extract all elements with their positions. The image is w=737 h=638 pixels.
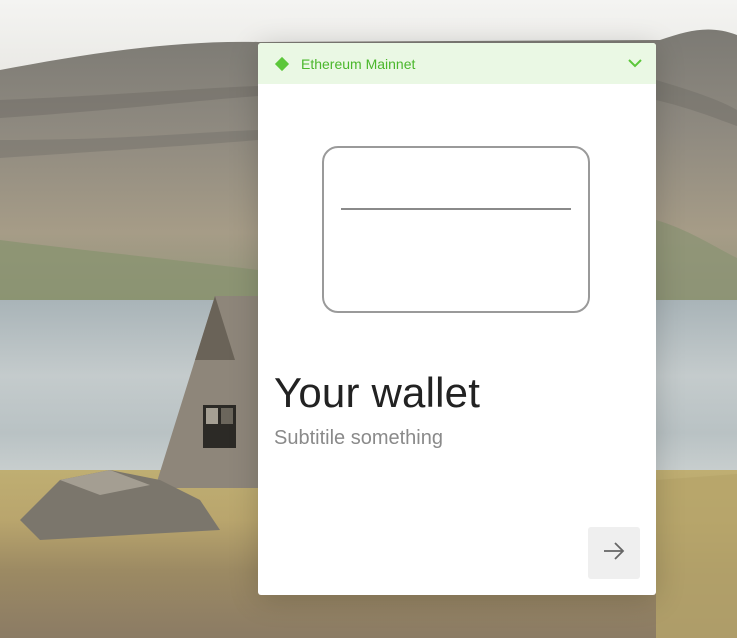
network-selector[interactable]: Ethereum Mainnet: [258, 43, 656, 84]
card-divider: [341, 208, 571, 210]
arrow-right-icon: [603, 541, 625, 565]
diamond-icon: [274, 56, 290, 71]
next-button[interactable]: [588, 527, 640, 579]
page-title: Your wallet: [274, 369, 481, 416]
wallet-card-illustration: [322, 146, 590, 313]
page-subtitle: Subtitile something: [274, 427, 443, 449]
chevron-down-icon[interactable]: [628, 59, 642, 68]
wallet-panel: Ethereum Mainnet Your wallet Subtitile s…: [258, 43, 656, 595]
network-label: Ethereum Mainnet: [301, 55, 416, 72]
